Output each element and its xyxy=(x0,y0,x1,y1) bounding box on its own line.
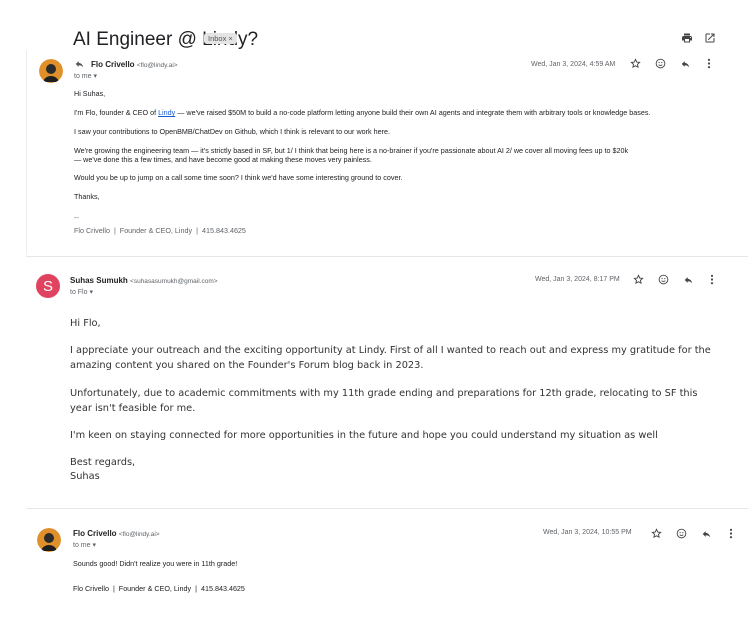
message-paragraph: I'm keen on staying connected for more o… xyxy=(70,430,658,441)
message-date: Wed, Jan 3, 2024, 4:59 AM xyxy=(531,61,616,68)
message-paragraph: Sounds good! Didn't realize you were in … xyxy=(73,559,238,568)
inbox-label-chip[interactable]: Inbox × xyxy=(204,33,237,44)
avatar[interactable] xyxy=(37,528,61,552)
sender-email: <suhasasumukh@gmail.com> xyxy=(130,278,218,285)
emoji-icon[interactable] xyxy=(655,58,666,72)
message-paragraph: I'm Flo, founder & CEO of Lindy — we've … xyxy=(74,108,651,117)
avatar[interactable] xyxy=(39,59,63,83)
message-divider xyxy=(26,256,748,257)
thread-rail xyxy=(26,50,27,255)
sender-name[interactable]: Flo Crivello <flo@lindy.ai> xyxy=(91,60,178,69)
message-date: Wed, Jan 3, 2024, 10:55 PM xyxy=(543,529,632,536)
signature: Flo Crivello | Founder & CEO, Lindy | 41… xyxy=(74,226,246,235)
chevron-down-icon: ▾ xyxy=(89,289,93,296)
message-paragraph: Would you be up to jump on a call some t… xyxy=(74,173,403,182)
emoji-icon[interactable] xyxy=(658,274,669,288)
message-closing: Best regards, xyxy=(70,457,136,468)
sender-email: <flo@lindy.ai> xyxy=(118,531,160,538)
print-icon[interactable] xyxy=(681,32,693,47)
emoji-icon[interactable] xyxy=(676,528,687,542)
recipients-toggle[interactable]: to me ▾ xyxy=(74,72,97,80)
chevron-down-icon: ▾ xyxy=(93,73,97,80)
message-divider xyxy=(26,508,748,509)
sender-name[interactable]: Flo Crivello <flo@lindy.ai> xyxy=(73,529,160,538)
star-icon[interactable] xyxy=(630,58,641,72)
reply-icon[interactable] xyxy=(683,275,694,288)
sender-name[interactable]: Suhas Sumukh <suhasasumukh@gmail.com> xyxy=(70,276,218,285)
more-vert-icon[interactable] xyxy=(729,528,733,542)
avatar[interactable]: S xyxy=(36,274,60,298)
recipients-toggle[interactable]: to me ▾ xyxy=(73,541,96,549)
reply-icon[interactable] xyxy=(74,59,85,72)
message-closing-name: Suhas xyxy=(70,471,100,482)
signature-separator: -- xyxy=(74,213,79,222)
reply-icon[interactable] xyxy=(680,59,691,72)
star-icon[interactable] xyxy=(633,274,644,288)
open-in-new-icon[interactable] xyxy=(704,32,716,47)
more-vert-icon[interactable] xyxy=(710,274,714,288)
message-greeting: Hi Flo, xyxy=(70,318,101,329)
more-vert-icon[interactable] xyxy=(707,58,711,72)
recipients-toggle[interactable]: to Flo ▾ xyxy=(70,288,93,296)
lindy-link[interactable]: Lindy xyxy=(158,108,175,117)
message-paragraph: We're growing the engineering team — it'… xyxy=(74,146,629,155)
star-icon[interactable] xyxy=(651,528,662,542)
inbox-label-text: Inbox xyxy=(208,34,227,43)
message-paragraph: — we've done this a few times, and have … xyxy=(74,155,372,164)
message-paragraph: Unfortunately, due to academic commitmen… xyxy=(70,388,698,414)
signature: Flo Crivello | Founder & CEO, Lindy | 41… xyxy=(73,584,245,593)
message-date: Wed, Jan 3, 2024, 8:17 PM xyxy=(535,276,620,283)
message-paragraph: I saw your contributions to OpenBMB/Chat… xyxy=(74,127,391,136)
message-closing: Thanks, xyxy=(74,192,100,201)
reply-icon[interactable] xyxy=(701,529,712,542)
chevron-down-icon: ▾ xyxy=(92,542,96,549)
remove-label-icon[interactable]: × xyxy=(228,34,232,43)
sender-email: <flo@lindy.ai> xyxy=(136,62,178,69)
message-greeting: Hi Suhas, xyxy=(74,89,106,98)
message-paragraph: I appreciate your outreach and the excit… xyxy=(70,345,711,371)
